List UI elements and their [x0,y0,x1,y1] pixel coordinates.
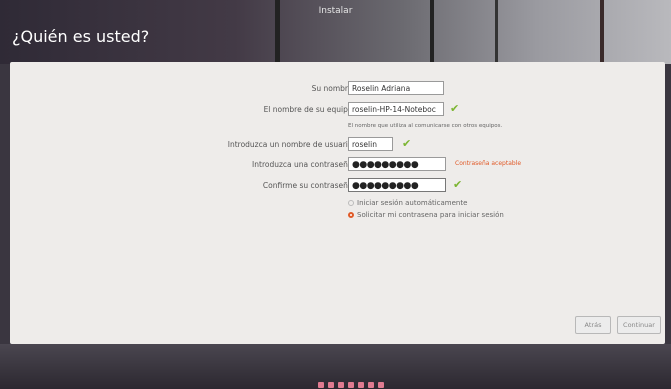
confirm-row: Confirme su contraseña: ●●●●●●●●● ✔ [10,178,665,194]
name-input[interactable]: Roselin Adriana [348,81,444,95]
password-input[interactable]: ●●●●●●●●● [348,157,446,171]
password-label: Introduzca una contraseña: [252,160,355,169]
window-title: Instalar [318,6,353,16]
username-row: Introduzca un nombre de usuario: roselin… [10,137,665,153]
step-dot [338,382,344,388]
username-label: Introduzca un nombre de usuario: [227,140,355,149]
check-icon: ✔ [453,178,463,191]
computer-row: El nombre de su equipo: roselin-HP-14-No… [10,102,665,118]
step-dot [378,382,384,388]
step-dot [368,382,374,388]
computer-label: El nombre de su equipo: [263,105,355,114]
radio-password-label: Solicitar mi contrasena para iniciar ses… [357,211,504,219]
name-row: Su nombre: Roselin Adriana [10,81,665,97]
radio-icon-selected[interactable] [348,212,354,218]
radio-icon[interactable] [348,200,354,206]
radio-require-password[interactable]: Solicitar mi contrasena para iniciar ses… [348,211,504,219]
bottom-bar [0,344,671,389]
password-strength: Contraseña aceptable [455,160,522,167]
computer-hint: El nombre que utiliza al comunicarse con… [348,123,503,129]
step-dot [358,382,364,388]
step-dot [318,382,324,388]
confirm-label: Confirme su contraseña: [262,181,355,190]
radio-auto-label: Iniciar sesión automáticamente [357,199,468,207]
check-icon: ✔ [450,102,460,115]
password-row: Introduzca una contraseña: ●●●●●●●●● Con… [10,157,665,173]
check-icon: ✔ [402,137,412,150]
page-title: ¿Quién es usted? [12,27,150,46]
installer-screen: Instalar ¿Quién es usted? Su nombre: Ros… [0,0,671,389]
radio-auto-login[interactable]: Iniciar sesión automáticamente [348,199,467,207]
step-dot [328,382,334,388]
confirm-password-input[interactable]: ●●●●●●●●● [348,178,446,192]
continue-button[interactable]: Continuar [617,316,661,334]
form-panel: Su nombre: Roselin Adriana El nombre de … [10,62,665,344]
back-button[interactable]: Atrás [575,316,611,334]
step-dot [348,382,354,388]
username-input[interactable]: roselin [348,137,393,151]
computer-name-input[interactable]: roselin-HP-14-Noteboc [348,102,444,116]
header-bar: Instalar ¿Quién es usted? [0,0,671,64]
step-progress [318,373,388,388]
